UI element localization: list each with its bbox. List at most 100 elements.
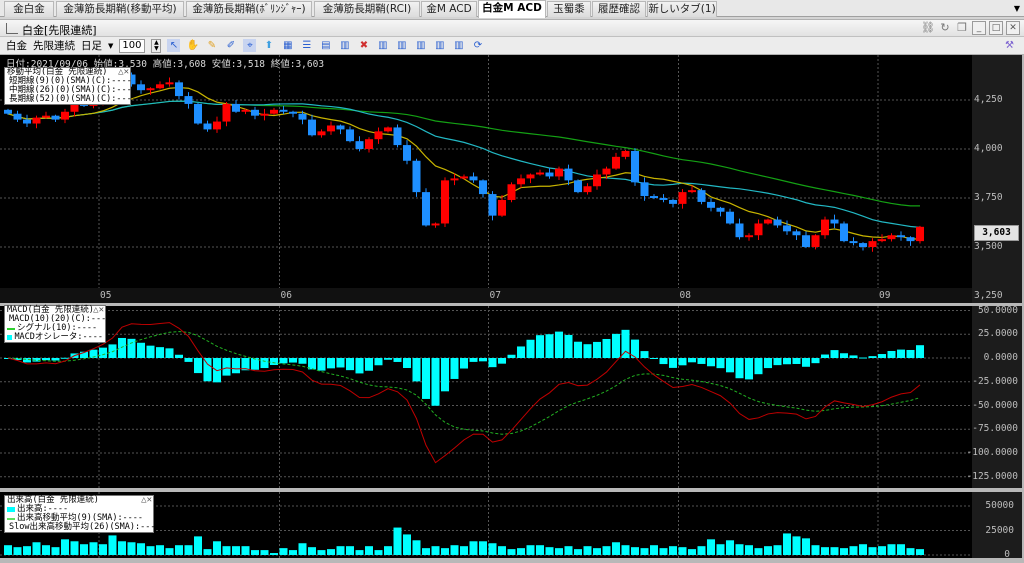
swatch <box>7 507 15 512</box>
tab[interactable]: 玉蜀黍 <box>547 1 591 17</box>
volume-bar <box>70 541 79 555</box>
tab[interactable]: 金薄筋長期鞘(RCI) <box>314 1 420 17</box>
volume-bar <box>488 543 497 555</box>
candle-down <box>422 192 430 226</box>
macd-oscillator-bar <box>327 358 335 369</box>
tab[interactable]: 金薄筋長期鞘(ﾎﾞﾘﾝｼﾞｬｰ) <box>186 1 312 17</box>
macd-oscillator-bar <box>384 358 392 360</box>
macd-oscillator-bar <box>574 341 582 358</box>
indicator-menu-icon[interactable]: ▥ <box>338 39 351 52</box>
maximize-button[interactable]: □ <box>989 21 1003 35</box>
reload-icon[interactable]: ⟳ <box>471 39 484 52</box>
volume-bar <box>355 550 364 555</box>
macd-oscillator-bar <box>849 355 858 358</box>
copy-icon[interactable]: ❐ <box>955 21 969 35</box>
macd-oscillator-bar <box>365 358 373 371</box>
macd-oscillator-bar <box>507 354 516 358</box>
legend-close-icon[interactable]: △✕ <box>93 306 104 315</box>
volume-bar <box>336 546 345 555</box>
bar-count-spinner[interactable]: ▲ ▼ <box>151 38 162 53</box>
indicator-1-icon[interactable]: ▥ <box>376 39 389 52</box>
candle-up <box>916 226 924 242</box>
macd-oscillator-bar <box>156 347 164 358</box>
tab[interactable]: 新しいタブ(1) <box>647 1 717 17</box>
tab[interactable]: 白金M ACD <box>478 0 546 18</box>
tab-dropdown-icon[interactable]: ▼ <box>1014 4 1020 13</box>
bar-count-input[interactable]: 100 <box>119 38 146 53</box>
volume-bar <box>764 546 772 555</box>
volume-bar <box>659 548 668 555</box>
pointer-tool-icon[interactable]: ↖ <box>167 39 181 52</box>
pen-tool-icon[interactable]: ✎ <box>205 39 218 52</box>
volume-bar <box>887 544 896 555</box>
macd-oscillator-bar <box>916 345 924 358</box>
rows-icon[interactable]: ☰ <box>300 39 313 52</box>
volume-bar <box>89 542 98 555</box>
line-tool-icon[interactable]: ✐ <box>224 39 237 52</box>
minimize-button[interactable]: _ <box>972 21 986 35</box>
chart-settings-icon[interactable]: ▦ <box>281 39 294 52</box>
volume-bar <box>859 544 867 555</box>
candle-up <box>241 109 250 112</box>
hand-tool-icon[interactable]: ✋ <box>186 39 199 52</box>
candle-down <box>716 207 725 212</box>
remove-indicator-icon[interactable]: ✖ <box>357 39 370 52</box>
volume-bar <box>735 544 744 555</box>
tab[interactable]: 金薄筋長期鞘(移動平均) <box>56 1 184 17</box>
chart-svg[interactable] <box>0 55 1024 563</box>
candle-down <box>137 84 145 91</box>
volume-bar <box>555 548 563 555</box>
swatch <box>7 517 15 520</box>
candle-down <box>469 176 478 181</box>
macd-oscillator-bar <box>498 358 506 364</box>
macd-oscillator-bar <box>194 358 202 374</box>
volume-legend: 出来高(白金 先限連続) △✕ 出来高:---- 出来高移動平均(9)(SMA)… <box>4 495 161 533</box>
volume-bar <box>840 548 848 555</box>
up-circle-icon[interactable]: ⬆ <box>262 39 275 52</box>
candle-down <box>403 145 411 161</box>
refresh-icon[interactable]: ↻ <box>938 21 952 35</box>
indicator-2-icon[interactable]: ▥ <box>395 39 408 52</box>
volume-bar <box>384 546 392 555</box>
crosshair-icon[interactable]: ⌖ <box>243 39 257 52</box>
candle-down <box>631 150 639 183</box>
price-tick-label: 4,000 <box>974 143 1003 154</box>
symbol-selector[interactable]: 白金 <box>6 38 27 53</box>
link-icon[interactable]: ⛓ <box>921 21 935 35</box>
indicator-5-icon[interactable]: ▥ <box>452 39 465 52</box>
volume-bar <box>726 540 734 555</box>
tab[interactable]: 金白金 <box>4 1 54 17</box>
date-label: 07 <box>489 290 501 301</box>
contract-selector[interactable]: 先限連続 <box>33 38 75 53</box>
wrench-icon[interactable]: ⚒ <box>1003 39 1016 52</box>
tab[interactable]: 金M ACD <box>421 1 477 17</box>
candle-up <box>270 109 278 114</box>
legend-close-icon[interactable]: △✕ <box>141 496 152 505</box>
period-selector[interactable]: 日足 <box>81 38 102 53</box>
candle-up <box>878 239 886 242</box>
volume-slow-ma-label: Slow出来高移動平均(26)(SMA):---- <box>9 522 161 532</box>
candle-down <box>564 168 573 181</box>
volume-bar <box>469 541 478 555</box>
macd-oscillator-bar <box>897 349 905 358</box>
macd-oscillator-bar <box>184 358 193 362</box>
tab[interactable]: 履歴確認 <box>592 1 646 17</box>
volume-bar <box>232 546 240 555</box>
volume-bar <box>441 548 449 555</box>
legend-close-icon[interactable]: △✕ <box>118 68 129 77</box>
volume-bar <box>821 547 829 555</box>
candle-down <box>574 180 582 193</box>
volume-bar <box>773 545 782 555</box>
indicator-3-icon[interactable]: ▥ <box>414 39 427 52</box>
volume-bar <box>697 546 706 555</box>
candle-up <box>517 178 525 185</box>
volume-bar <box>51 547 60 555</box>
macd-tick-label: -25.0000 <box>972 375 1018 387</box>
grid-icon[interactable]: ▤ <box>319 39 332 52</box>
chart-area[interactable]: 日付:2021/09/06 始値:3,530 高値:3,608 安値:3,518… <box>0 55 1024 563</box>
indicator-4-icon[interactable]: ▥ <box>433 39 446 52</box>
close-button[interactable]: ✕ <box>1006 21 1020 35</box>
chevron-down-icon[interactable]: ▼ <box>108 42 113 50</box>
volume-bar <box>108 535 117 555</box>
candle-down <box>346 129 354 142</box>
